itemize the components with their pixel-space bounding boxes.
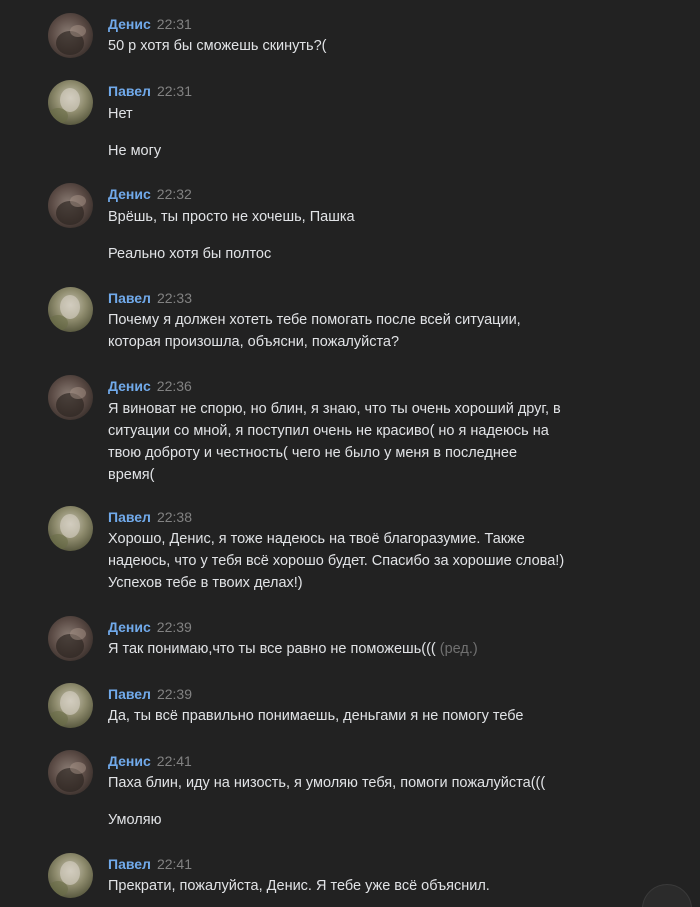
author-name[interactable]: Павел <box>108 290 151 306</box>
message-time[interactable]: 22:39 <box>157 686 192 702</box>
author-name[interactable]: Павел <box>108 686 151 702</box>
avatar-denis-image <box>48 616 93 661</box>
message-text: Успехов тебе в твоих делах!) <box>108 575 303 591</box>
message-text: Умоляю <box>108 812 162 828</box>
message-header: Денис 22:31 <box>108 15 192 33</box>
avatar-denis-image <box>48 375 93 420</box>
message-header: Павел 22:33 <box>108 289 192 307</box>
avatar-pavel-image <box>48 853 93 898</box>
message-text: надеюсь, что у тебя всё хорошо будет. Сп… <box>108 553 565 569</box>
message-header: Денис 22:41 <box>108 752 192 770</box>
avatar-pavel[interactable] <box>48 853 93 898</box>
avatar-pavel[interactable] <box>48 683 93 728</box>
avatar-denis[interactable] <box>48 183 93 228</box>
avatar-denis-image <box>48 750 93 795</box>
message-header: Павел 22:41 <box>108 855 192 873</box>
message-text: Паха блин, иду на низость, я умоляю тебя… <box>108 775 546 791</box>
author-name[interactable]: Денис <box>108 378 151 394</box>
author-name[interactable]: Денис <box>108 16 151 32</box>
avatar-denis[interactable] <box>48 13 93 58</box>
avatar-denis[interactable] <box>48 375 93 420</box>
edited-label[interactable]: (ред.) <box>440 641 478 657</box>
message-time[interactable]: 22:41 <box>157 856 192 872</box>
message-text: Почему я должен хотеть тебе помогать пос… <box>108 312 521 328</box>
message-text: Прекрати, пожалуйста, Денис. Я тебе уже … <box>108 878 490 894</box>
message-time[interactable]: 22:33 <box>157 290 192 306</box>
avatar-denis[interactable] <box>48 616 93 661</box>
avatar-denis[interactable] <box>48 750 93 795</box>
message-time[interactable]: 22:31 <box>157 16 192 32</box>
avatar-pavel-image <box>48 287 93 332</box>
author-name[interactable]: Павел <box>108 83 151 99</box>
message-text: Хорошо, Денис, я тоже надеюсь на твоё бл… <box>108 531 525 547</box>
message-text: Нет <box>108 106 133 122</box>
avatar-pavel[interactable] <box>48 80 93 125</box>
avatar-pavel[interactable] <box>48 287 93 332</box>
scroll-down-button[interactable] <box>642 884 692 907</box>
message-text: Да, ты всё правильно понимаешь, деньгами… <box>108 708 524 724</box>
author-name[interactable]: Денис <box>108 186 151 202</box>
author-name[interactable]: Павел <box>108 856 151 872</box>
message-text: Я виноват не спорю, но блин, я знаю, что… <box>108 401 561 417</box>
author-name[interactable]: Денис <box>108 753 151 769</box>
message-header: Павел 22:31 <box>108 82 192 100</box>
message-text: Не могу <box>108 143 162 159</box>
message-text: твою доброту и честность( чего не было у… <box>108 445 518 461</box>
message-header: Денис 22:39 <box>108 618 192 636</box>
message-text: время( <box>108 467 155 483</box>
message-text: Я так понимаю,что ты все равно не поможе… <box>108 638 478 660</box>
message-time[interactable]: 22:38 <box>157 509 192 525</box>
chat-history: Денис 22:31 50 р хотя бы сможешь скинуть?… <box>0 0 700 907</box>
avatar-pavel-image <box>48 80 93 125</box>
avatar-denis-image <box>48 13 93 58</box>
avatar-pavel-image <box>48 683 93 728</box>
message-time[interactable]: 22:36 <box>157 378 192 394</box>
message-header: Павел 22:39 <box>108 685 192 703</box>
avatar-pavel-image <box>48 506 93 551</box>
message-time[interactable]: 22:39 <box>157 619 192 635</box>
message-text: 50 р хотя бы сможешь скинуть?( <box>108 38 327 54</box>
author-name[interactable]: Денис <box>108 619 151 635</box>
avatar-denis-image <box>48 183 93 228</box>
message-header: Павел 22:38 <box>108 508 192 526</box>
message-header: Денис 22:36 <box>108 377 192 395</box>
message-time[interactable]: 22:32 <box>157 186 192 202</box>
avatar-pavel[interactable] <box>48 506 93 551</box>
message-text: Реально хотя бы полтос <box>108 246 272 262</box>
message-text-content: Я так понимаю,что ты все равно не поможе… <box>108 641 436 657</box>
author-name[interactable]: Павел <box>108 509 151 525</box>
message-text: Врёшь, ты просто не хочешь, Пашка <box>108 209 355 225</box>
message-text: которая произошла, объясни, пожалуйста? <box>108 334 400 350</box>
message-header: Денис 22:32 <box>108 185 192 203</box>
message-time[interactable]: 22:31 <box>157 83 192 99</box>
message-time[interactable]: 22:41 <box>157 753 192 769</box>
message-text: ситуации со мной, я поступил очень не кр… <box>108 423 549 439</box>
